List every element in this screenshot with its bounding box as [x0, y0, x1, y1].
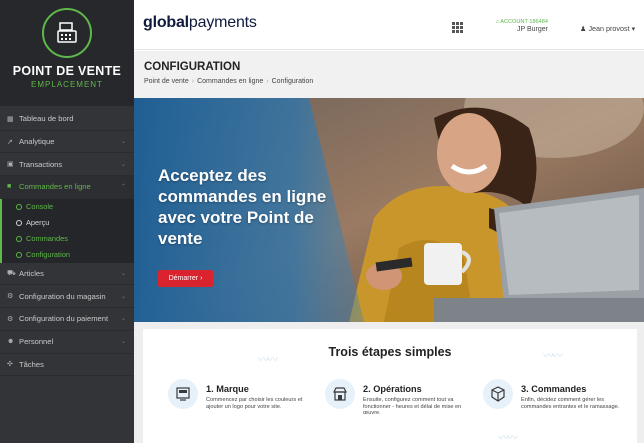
user-name: Jean provost: [588, 24, 630, 33]
page-title: CONFIGURATION: [144, 61, 241, 73]
account-number: ACCOUNT 186484: [500, 19, 548, 25]
step-title: 3. Commandes: [521, 384, 587, 394]
sidebar-item-commandes-en-ligne[interactable]: ■ Commandes en ligne ⌃: [0, 176, 134, 199]
page-header: CONFIGURATION Point de vente › Commandes e…: [134, 51, 644, 98]
brand-subtitle: EMPLACEMENT: [31, 80, 103, 89]
step-brand[interactable]: 1. Marque Commencez par choisir les coul…: [168, 379, 318, 429]
sidebar-submenu: Console Aperçu Commandes Configuration: [0, 198, 134, 263]
sidebar-item-tableau-de-bord[interactable]: ▦ Tableau de bord: [0, 108, 134, 131]
sidebar-brand: POINT DE VENTE EMPLACEMENT: [0, 0, 134, 106]
cash-register-icon: [42, 8, 92, 58]
wave-decoration-icon: 〰〰: [498, 432, 518, 443]
users-icon: ☻: [7, 338, 15, 346]
account-name: JP Burger: [517, 26, 548, 33]
chevron-down-icon: ⌄: [120, 161, 126, 168]
globalpayments-logo[interactable]: globalpayments: [143, 14, 257, 32]
gears-icon: ⚙: [7, 293, 14, 301]
step-description: Commencez par choisir les couleurs et aj…: [206, 397, 303, 410]
sidebar-item-taches[interactable]: ✣ Tâches: [0, 354, 134, 377]
submenu-item-configuration[interactable]: Configuration: [2, 247, 134, 263]
apps-grid-icon[interactable]: [452, 22, 463, 33]
shopping-bag-icon: ■: [7, 183, 12, 191]
store-icon: [325, 379, 355, 409]
step-description: Enfin, décidez comment gérer les command…: [521, 397, 620, 410]
submenu-item-console[interactable]: Console: [2, 199, 134, 215]
caret-down-icon: ▾: [629, 24, 636, 33]
app-root: POINT DE VENTE EMPLACEMENT ▦ Tableau de …: [0, 0, 644, 443]
chevron-down-icon: ⌄: [120, 316, 126, 323]
sidebar-nav: ▦ Tableau de bord ↗ Analytique ⌄ ▣ Trans…: [0, 108, 134, 377]
sidebar-item-articles[interactable]: ⛟ Articles ⌄: [0, 263, 134, 286]
chart-line-icon: ↗: [7, 138, 13, 146]
sidebar-item-analytique[interactable]: ↗ Analytique ⌄: [0, 131, 134, 154]
sidebar-item-label: Tâches: [19, 359, 44, 369]
start-button-label: Démarrer: [168, 275, 199, 282]
circle-icon: [16, 251, 22, 258]
steps-section: 〰〰 〰〰 〰〰 Trois étapes simples 1. Marque …: [134, 322, 644, 443]
submenu-item-commandes[interactable]: Commandes: [2, 231, 134, 247]
step-orders[interactable]: 3. Commandes Enfin, décidez comment gére…: [483, 379, 633, 429]
submenu-item-label: Commandes: [26, 234, 68, 244]
sidebar-item-label: Commandes en ligne: [19, 182, 91, 192]
chevron-down-icon: ⌄: [120, 339, 126, 346]
breadcrumb-item[interactable]: Point de vente: [144, 78, 189, 85]
steps-card: 〰〰 〰〰 〰〰 Trois étapes simples 1. Marque …: [143, 329, 637, 443]
submenu-item-label: Console: [26, 202, 54, 212]
submenu-item-apercu[interactable]: Aperçu: [2, 215, 134, 231]
sidebar-item-personnel[interactable]: ☻ Personnel ⌄: [0, 331, 134, 354]
start-button[interactable]: Démarrer ›: [158, 270, 213, 287]
breadcrumb-separator: ›: [266, 78, 269, 85]
circle-icon: [16, 219, 22, 226]
money-icon: ▣: [7, 161, 14, 169]
sidebar-item-configuration-magasin[interactable]: ⚙ Configuration du magasin ⌄: [0, 285, 134, 309]
sidebar-item-configuration-paiement[interactable]: ⚙ Configuration du paiement ⌄: [0, 308, 134, 331]
sidebar-item-label: Configuration du paiement: [19, 314, 109, 324]
hero-banner: Acceptez des commandes en ligne avec vot…: [134, 98, 644, 322]
step-description: Ensuite, configurez comment tout va fonc…: [363, 397, 462, 417]
circle-icon: [16, 203, 22, 210]
sidebar: POINT DE VENTE EMPLACEMENT ▦ Tableau de …: [0, 0, 134, 443]
sidebar-item-label: Configuration du magasin: [19, 291, 106, 301]
cart-icon: ⛟: [7, 270, 16, 278]
breadcrumb-separator: ›: [191, 78, 195, 85]
brand-screen-icon: [168, 379, 198, 409]
steps-title: Trois étapes simples: [328, 345, 452, 359]
brand-title: POINT DE VENTE: [12, 64, 122, 78]
topbar: globalpayments ⌂ ACCOUNT 186484 JP Burge…: [134, 0, 644, 50]
gears-icon: ⚙: [7, 315, 14, 323]
sidebar-item-label: Transactions: [19, 159, 63, 169]
user-menu[interactable]: ♟ Jean provost ▾: [580, 24, 635, 33]
tasks-icon: ✣: [7, 361, 13, 369]
package-icon: [483, 379, 513, 409]
step-operations[interactable]: 2. Opérations Ensuite, configurez commen…: [325, 379, 475, 429]
chevron-down-icon: ⌄: [120, 271, 126, 278]
chevron-up-icon: ⌃: [120, 184, 126, 191]
chevron-down-icon: ⌄: [120, 293, 126, 300]
breadcrumb-item[interactable]: Commandes en ligne: [197, 78, 263, 85]
dashboard-icon: ▦: [7, 115, 14, 123]
hero-headline: Acceptez des commandes en ligne avec vot…: [158, 166, 327, 248]
sidebar-item-label: Personnel: [19, 337, 54, 347]
step-title: 2. Opérations: [363, 384, 422, 394]
sidebar-item-label: Analytique: [19, 137, 55, 147]
sidebar-item-label: Articles: [19, 269, 44, 279]
submenu-item-label: Aperçu: [26, 218, 50, 228]
circle-icon: [16, 235, 22, 242]
step-title: 1. Marque: [206, 384, 249, 394]
breadcrumb-item: Configuration: [271, 78, 314, 85]
submenu-item-label: Configuration: [26, 250, 70, 260]
chevron-down-icon: ⌄: [120, 139, 126, 146]
sidebar-item-transactions[interactable]: ▣ Transactions ⌄: [0, 153, 134, 177]
account-switcher[interactable]: ⌂ ACCOUNT 186484 JP Burger: [484, 19, 548, 33]
sidebar-item-label: Tableau de bord: [19, 114, 74, 124]
breadcrumb: Point de vente › Commandes en ligne › Config…: [144, 78, 313, 85]
chevron-right-icon: ›: [198, 275, 203, 282]
